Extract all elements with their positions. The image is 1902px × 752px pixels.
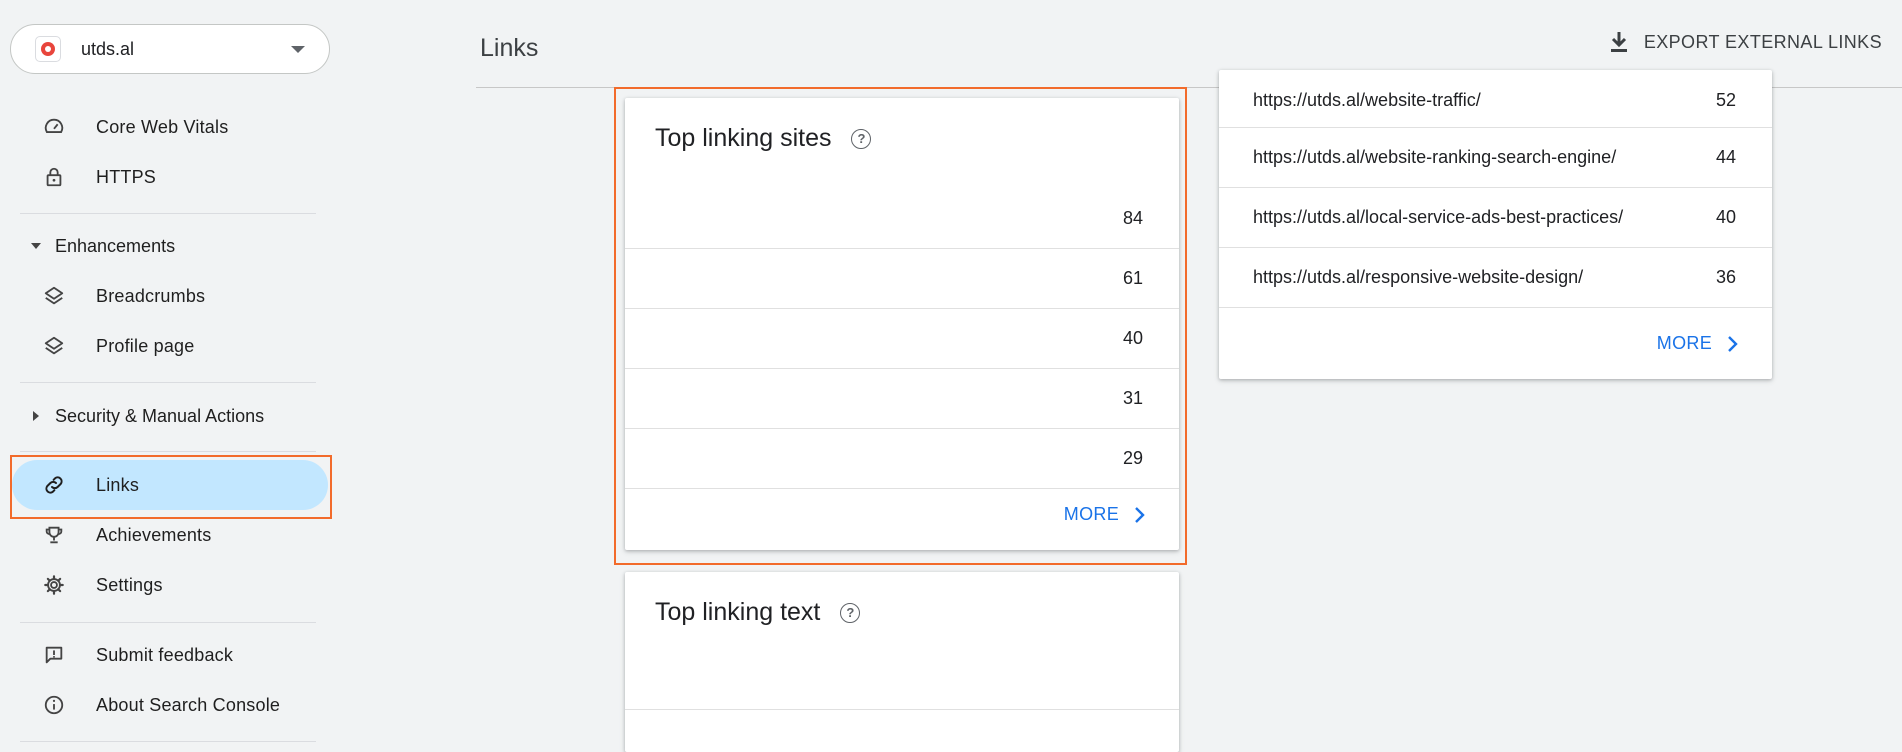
divider xyxy=(20,382,316,383)
section-label: Security & Manual Actions xyxy=(55,405,265,426)
section-enhancements-toggle[interactable]: Enhancements xyxy=(12,221,328,271)
card-title-text: Top linking text xyxy=(655,598,821,626)
sidebar-item-label: HTTPS xyxy=(96,166,157,187)
link-count: 84 xyxy=(1122,207,1143,228)
sidebar-item-label: Submit feedback xyxy=(96,644,234,665)
sidebar-item-label: Settings xyxy=(96,574,163,595)
more-button[interactable]: MORE xyxy=(1657,333,1738,354)
speedometer-icon xyxy=(42,115,66,139)
row-divider xyxy=(625,488,1179,489)
help-icon[interactable]: ? xyxy=(851,128,872,149)
table-row[interactable]: 84 xyxy=(625,188,1179,248)
section-security-toggle[interactable]: Security & Manual Actions xyxy=(12,391,328,441)
divider xyxy=(20,741,316,742)
download-icon xyxy=(1608,30,1630,54)
chevron-down-icon xyxy=(291,45,305,53)
layers-icon xyxy=(42,284,66,308)
table-row[interactable]: https://utds.al/local-service-ads-best-p… xyxy=(1219,187,1772,247)
sidebar-item-submit-feedback[interactable]: Submit feedback xyxy=(12,630,328,680)
link-count: 29 xyxy=(1122,448,1143,468)
card-title: Top linking sites ? xyxy=(655,124,872,153)
triangle-right-icon xyxy=(31,411,41,421)
table-row[interactable]: 29 xyxy=(625,428,1179,488)
table-row[interactable]: 31 xyxy=(625,368,1179,428)
more-label: MORE xyxy=(1656,333,1712,353)
divider xyxy=(20,622,316,623)
sidebar-item-links[interactable]: Links xyxy=(12,460,328,510)
sidebar-item-core-web-vitals[interactable]: Core Web Vitals xyxy=(12,102,328,152)
gear-icon xyxy=(42,573,66,597)
top-linking-text-card: Top linking text ? xyxy=(625,572,1179,752)
site-favicon-icon xyxy=(35,36,61,62)
top-linked-pages-card: https://utds.al/website-traffic/ 52 http… xyxy=(1219,70,1772,379)
table-row[interactable]: https://utds.al/responsive-website-desig… xyxy=(1219,247,1772,307)
property-selector[interactable]: utds.al xyxy=(10,24,330,74)
property-name: utds.al xyxy=(81,38,135,59)
link-count: 40 xyxy=(1122,328,1143,348)
divider xyxy=(20,451,316,452)
link-count: 52 xyxy=(1715,89,1736,110)
page-url: https://utds.al/local-service-ads-best-p… xyxy=(1253,207,1624,227)
page-url: https://utds.al/responsive-website-desig… xyxy=(1253,267,1584,287)
triangle-down-icon xyxy=(31,243,41,249)
link-count: 36 xyxy=(1715,267,1736,287)
trophy-icon xyxy=(42,523,66,547)
sidebar-item-label: About Search Console xyxy=(96,694,281,715)
sidebar-item-label: Profile page xyxy=(96,335,195,356)
lock-icon xyxy=(42,165,66,189)
link-count: 31 xyxy=(1122,388,1143,408)
link-count: 40 xyxy=(1715,207,1736,227)
page-title: Links xyxy=(480,34,539,62)
link-count: 44 xyxy=(1715,147,1736,167)
link-icon xyxy=(42,473,66,497)
info-icon xyxy=(42,693,66,717)
row-divider xyxy=(1219,307,1772,308)
sidebar-item-label: Achievements xyxy=(96,524,212,545)
sidebar-item-label: Links xyxy=(96,474,140,495)
table-row[interactable]: https://utds.al/website-traffic/ 52 xyxy=(1219,70,1772,130)
top-linking-sites-card: Top linking sites ? 84 61 40 31 29 MORE xyxy=(625,98,1179,550)
layers-icon xyxy=(42,334,66,358)
more-label: MORE xyxy=(1063,504,1119,524)
sidebar-item-settings[interactable]: Settings xyxy=(12,560,328,610)
more-button[interactable]: MORE xyxy=(1064,504,1145,525)
sidebar: utds.al Core Web Vitals HTTPS Enhancemen… xyxy=(0,0,340,743)
export-external-links-button[interactable]: EXPORT EXTERNAL LINKS xyxy=(1608,30,1882,54)
page-url: https://utds.al/website-traffic/ xyxy=(1253,89,1481,110)
help-icon[interactable]: ? xyxy=(840,602,861,623)
sidebar-item-https[interactable]: HTTPS xyxy=(12,152,328,202)
sidebar-item-label: Core Web Vitals xyxy=(96,116,229,137)
sidebar-item-about-search-console[interactable]: About Search Console xyxy=(12,680,328,730)
sidebar-item-breadcrumbs[interactable]: Breadcrumbs xyxy=(12,271,328,321)
table-row[interactable]: https://utds.al/website-ranking-search-e… xyxy=(1219,127,1772,187)
sidebar-item-profile-page[interactable]: Profile page xyxy=(12,321,328,371)
card-title-text: Top linking sites xyxy=(655,124,832,152)
section-label: Enhancements xyxy=(55,235,176,256)
export-label: EXPORT EXTERNAL LINKS xyxy=(1643,31,1882,52)
chevron-right-icon xyxy=(1133,506,1145,524)
table-row[interactable]: 61 xyxy=(625,248,1179,308)
feedback-icon xyxy=(42,643,66,667)
page-url: https://utds.al/website-ranking-search-e… xyxy=(1253,147,1617,167)
link-count: 61 xyxy=(1122,268,1143,288)
table-row[interactable]: 40 xyxy=(625,308,1179,368)
card-title: Top linking text ? xyxy=(655,598,861,627)
sidebar-item-label: Breadcrumbs xyxy=(96,285,206,306)
chevron-right-icon xyxy=(1726,335,1738,353)
divider xyxy=(20,213,316,214)
row-divider xyxy=(625,709,1179,710)
sidebar-item-achievements[interactable]: Achievements xyxy=(12,510,328,560)
